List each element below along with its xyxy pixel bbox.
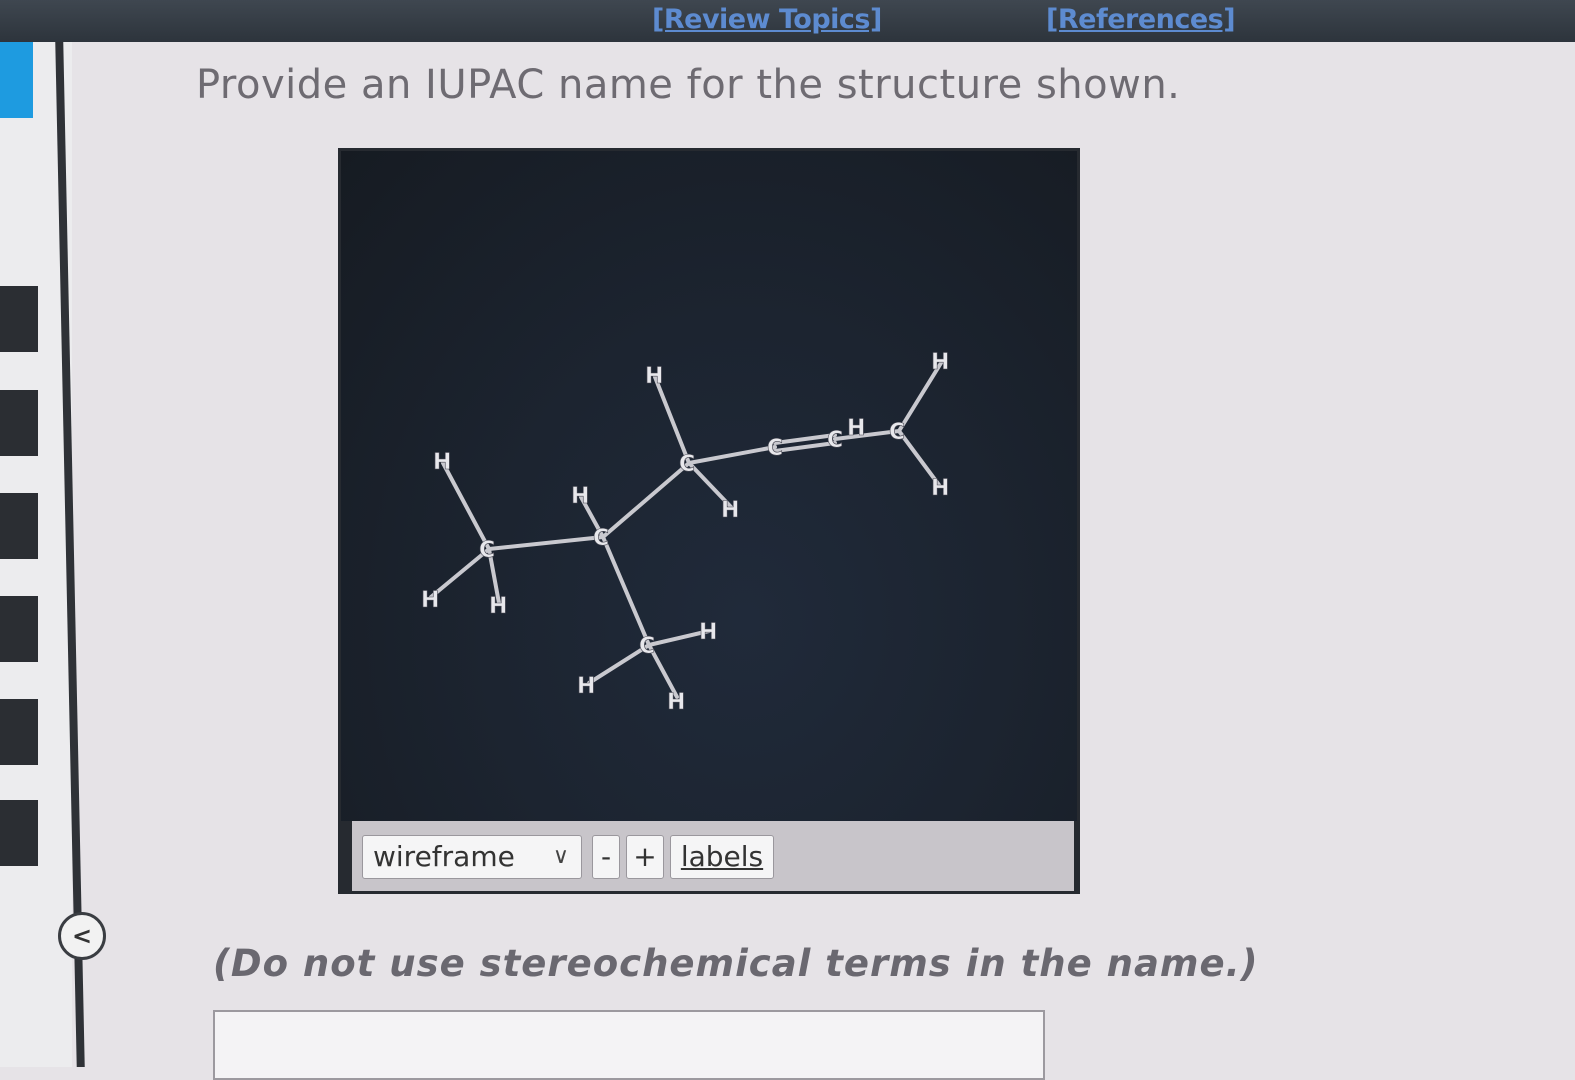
atom-label: C [479,538,495,563]
collapse-sidebar-button[interactable]: < [58,912,106,960]
molecule-structure: H H H C H C H C H H C H H C C H C H H [421,350,950,716]
viewer-controls: wireframe ∨ - + labels [352,821,1074,891]
atom-label: C [679,452,695,477]
atom-label: C [889,420,905,445]
molecule-canvas[interactable]: H H H C H C H C H H C H H C C H C H H [341,151,1077,821]
sidebar-item[interactable] [0,286,38,352]
references-link[interactable]: [References] [1046,4,1236,35]
sidebar-item[interactable] [0,390,38,456]
atom-label: C [639,634,655,659]
atom-label: H [931,350,949,375]
atom-label: C [593,526,609,551]
render-mode-select[interactable]: wireframe ∨ [362,835,582,879]
chevron-left-icon: < [71,922,93,950]
atom-label: H [847,416,865,441]
atom-label: H [645,364,663,389]
sidebar-item[interactable] [0,596,38,662]
atom-label: H [421,588,439,613]
atom-label: H [571,484,589,509]
question-instruction: (Do not use stereochemical terms in the … [213,942,1259,985]
sidebar-active-tab[interactable] [0,42,33,118]
atom-label: H [577,674,595,699]
atom-label: H [699,620,717,645]
atom-label: H [489,594,507,619]
sidebar-item[interactable] [0,493,38,559]
atom-label: C [827,428,843,453]
question-prompt: Provide an IUPAC name for the structure … [196,62,1181,108]
labels-toggle-button[interactable]: labels [670,835,774,879]
render-mode-value: wireframe [373,840,515,873]
answer-input[interactable] [213,1010,1045,1080]
sidebar-item[interactable] [0,699,38,765]
review-topics-link[interactable]: [Review Topics] [652,4,882,35]
top-bar: [Review Topics] [References] [0,0,1575,42]
zoom-in-button[interactable]: + [626,835,664,879]
atom-label: H [433,450,451,475]
chevron-down-icon: ∨ [552,844,569,869]
atom-label: H [721,498,739,523]
zoom-out-button[interactable]: - [592,835,620,879]
sidebar-item[interactable] [0,800,38,866]
molecule-viewer: H H H C H C H C H H C H H C C H C H H wi… [338,148,1080,894]
atom-label: H [667,690,685,715]
atom-label: C [767,436,783,461]
atom-label: H [931,476,949,501]
